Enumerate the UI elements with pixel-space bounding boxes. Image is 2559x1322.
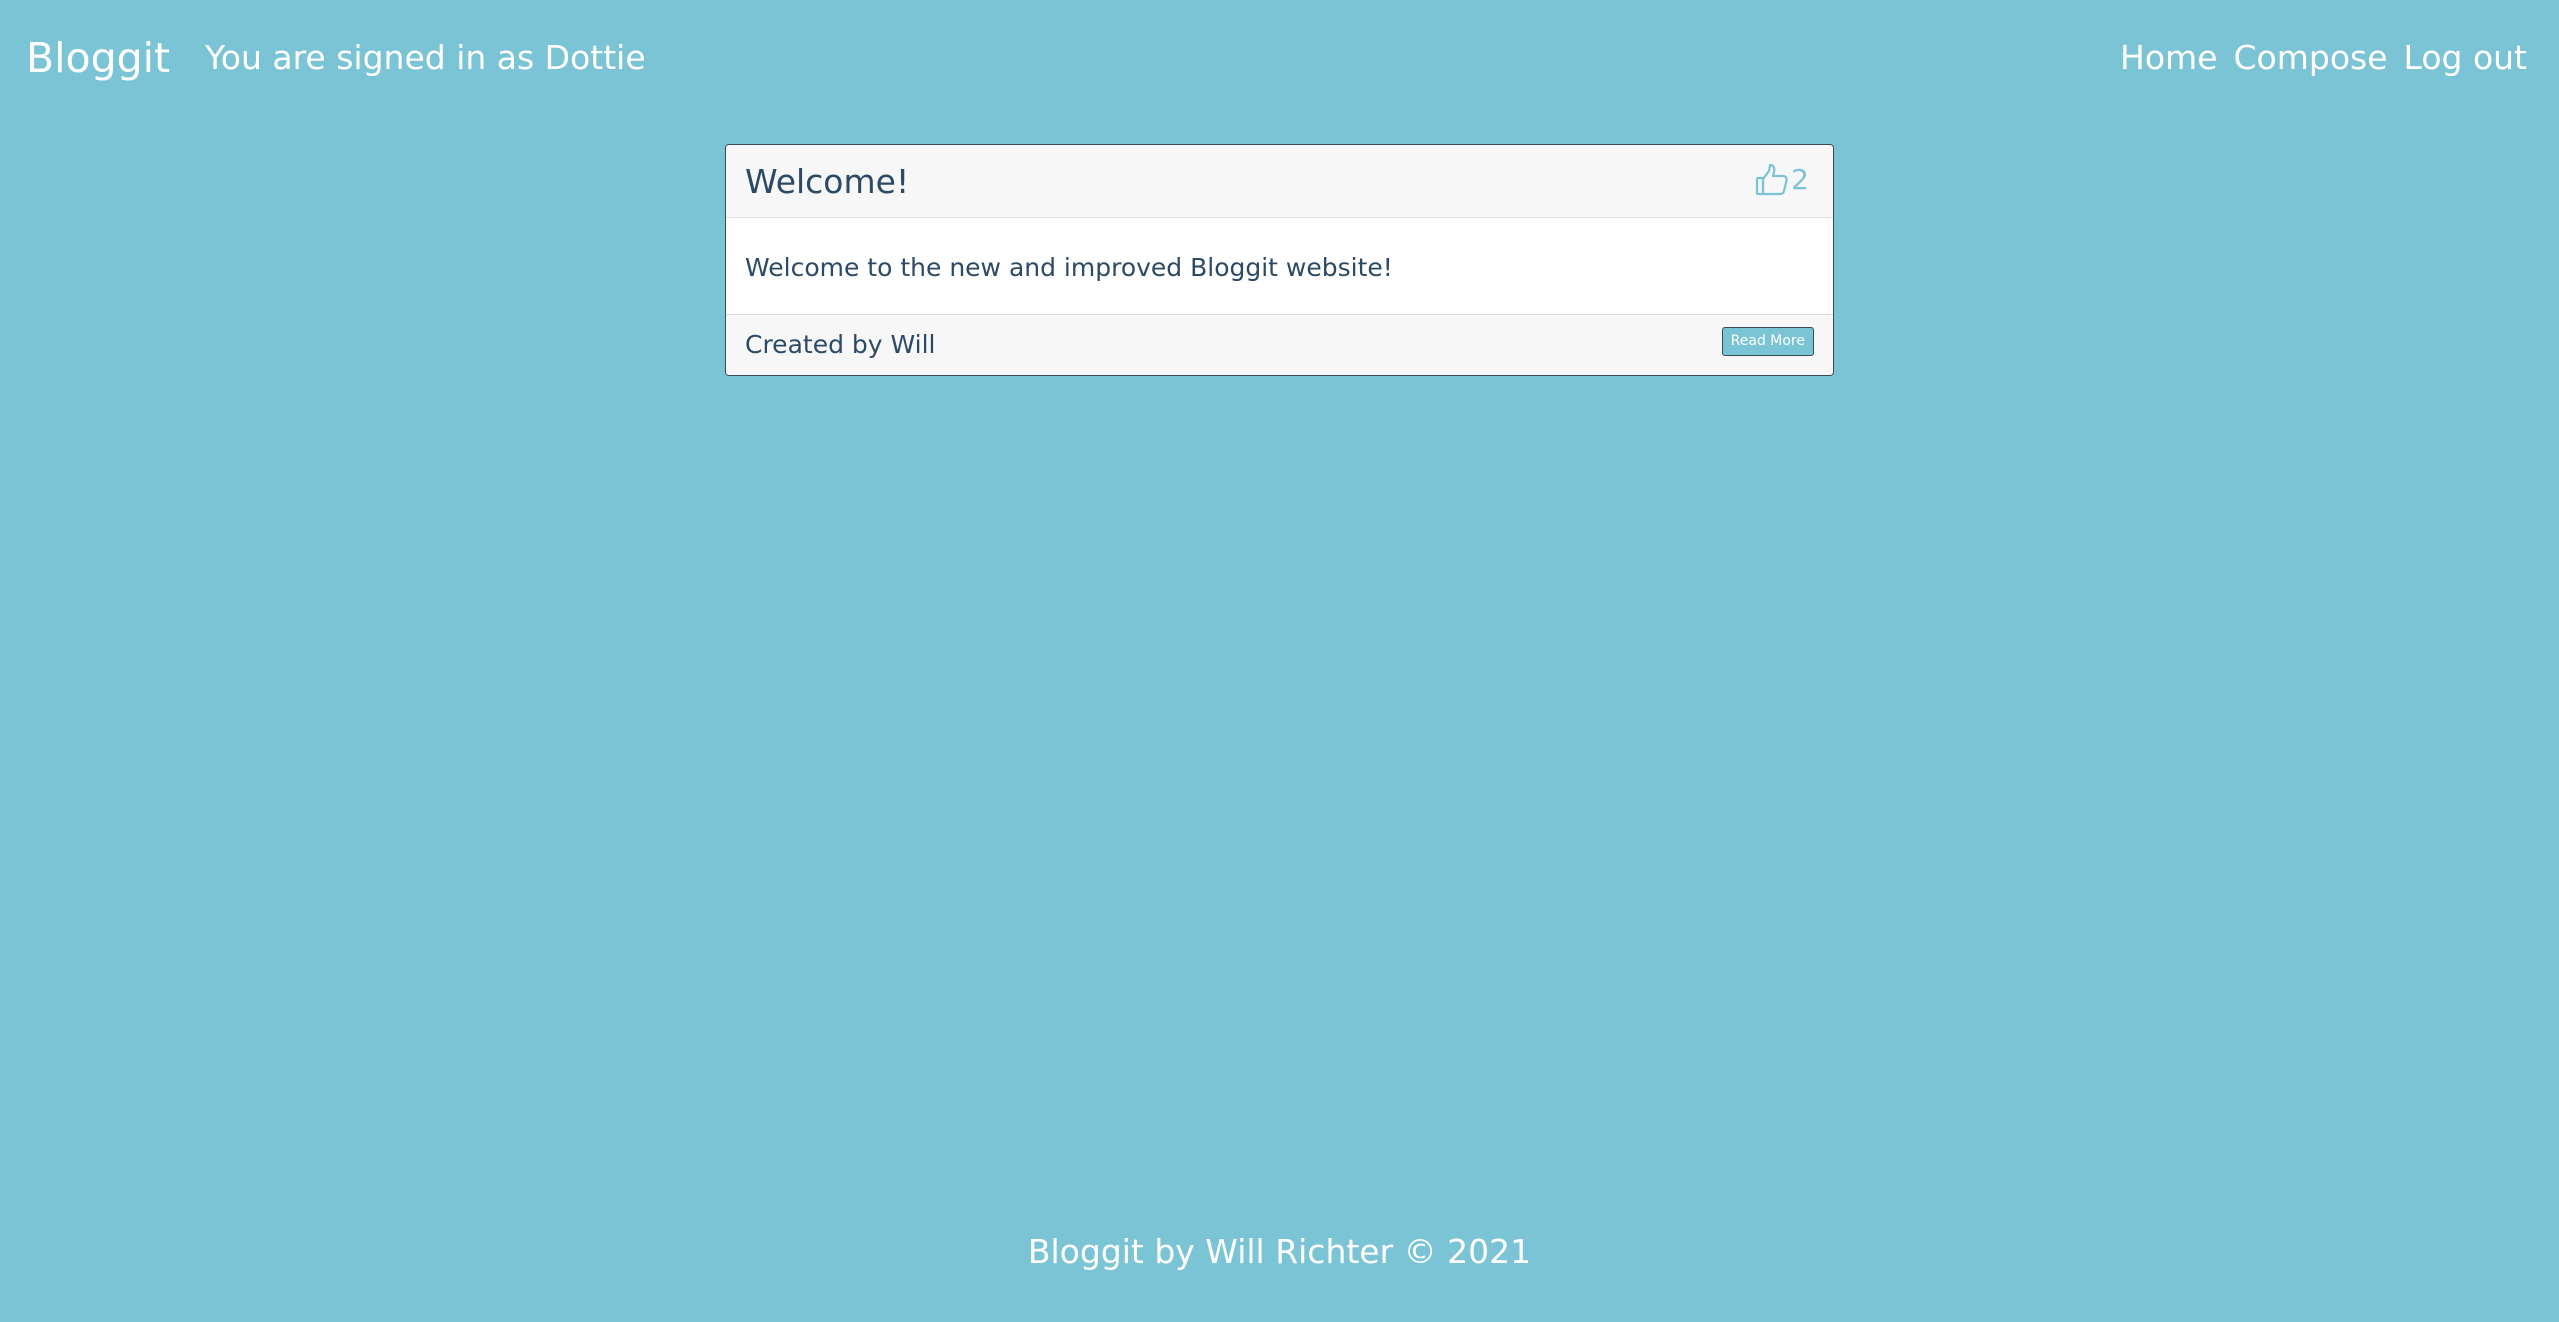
nav-home-link[interactable]: Home xyxy=(2120,34,2217,82)
post-card-footer: Created by Will Read More xyxy=(726,314,1833,375)
post-title: Welcome! xyxy=(745,162,910,201)
brand-link[interactable]: Bloggit xyxy=(26,30,170,86)
post-body-text: Welcome to the new and improved Bloggit … xyxy=(745,253,1393,282)
like-count: 2 xyxy=(1791,163,1809,196)
post-author: Created by Will xyxy=(745,330,936,359)
post-card-header: Welcome! 2 xyxy=(726,145,1833,218)
read-more-button[interactable]: Read More xyxy=(1721,327,1814,356)
signed-in-status: You are signed in as Dottie xyxy=(205,38,646,77)
like-button[interactable]: 2 xyxy=(1755,163,1809,197)
nav-compose-link[interactable]: Compose xyxy=(2234,34,2388,82)
thumbs-up-icon[interactable] xyxy=(1755,163,1789,197)
nav-logout-link[interactable]: Log out xyxy=(2404,34,2527,82)
page-footer: Bloggit by Will Richter © 2021 xyxy=(1027,1232,1532,1271)
nav-links: Home Compose Log out xyxy=(2120,34,2527,82)
post-card-body: Welcome to the new and improved Bloggit … xyxy=(726,218,1833,316)
navbar: Bloggit You are signed in as Dottie Home… xyxy=(0,0,2559,118)
post-card: Welcome! 2 Welcome to the new and improv… xyxy=(725,144,1834,376)
